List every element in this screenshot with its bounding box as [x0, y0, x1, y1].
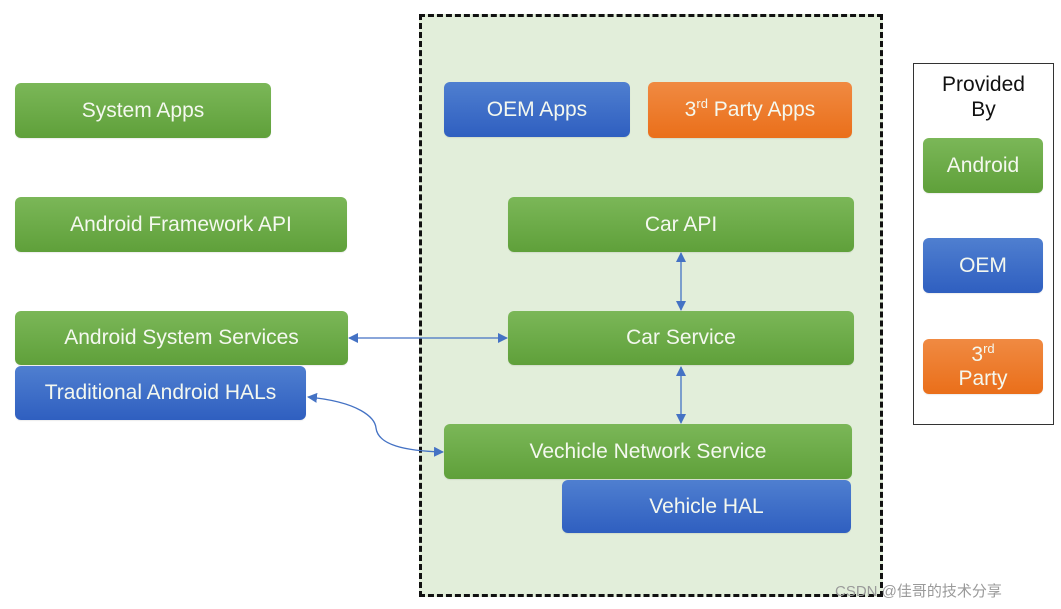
legend-title-line1: Provided [942, 73, 1025, 96]
third-party-apps-label: 3rd Party Apps [685, 97, 816, 122]
third-party-suffix: Party Apps [707, 98, 816, 122]
system-apps-box[interactable]: System Apps [15, 83, 271, 138]
car-service-label: Car Service [626, 326, 736, 350]
third-party-apps-box[interactable]: 3rd Party Apps [648, 82, 852, 138]
car-api-box[interactable]: Car API [508, 197, 854, 252]
third-party-ordinal: rd [696, 96, 708, 112]
car-service-box[interactable]: Car Service [508, 311, 854, 365]
oem-apps-label: OEM Apps [486, 97, 588, 121]
legend-third-party-line1: 3rd [971, 341, 995, 367]
legend-third-party-number: 3 [971, 343, 984, 367]
legend-third-party-ordinal: rd [983, 341, 995, 357]
vehicle-network-service-box[interactable]: Vechicle Network Service [444, 424, 852, 479]
framework-api-label: Android Framework API [70, 212, 292, 236]
legend-title: Provided By [914, 72, 1053, 122]
legend-third-party-line2: Party [958, 366, 1008, 390]
android-system-services-box[interactable]: Android System Services [15, 311, 348, 365]
legend-oem-label: OEM [959, 253, 1007, 277]
third-party-number: 3 [684, 98, 697, 122]
legend-title-line2: By [971, 98, 996, 122]
vns-label: Vechicle Network Service [529, 439, 767, 463]
vehicle-hal-box[interactable]: Vehicle HAL [562, 480, 851, 533]
legend-oem: OEM [923, 238, 1043, 293]
oem-apps-box[interactable]: OEM Apps [444, 82, 630, 137]
traditional-android-hals-box[interactable]: Traditional Android HALs [15, 366, 306, 420]
traditional-hals-label: Traditional Android HALs [44, 381, 277, 405]
watermark: CSDN @佳哥的技术分享 [835, 583, 1002, 600]
system-apps-label: System Apps [81, 98, 205, 122]
android-framework-api-box[interactable]: Android Framework API [15, 197, 347, 252]
legend-third-party: 3rd Party [923, 339, 1043, 394]
system-services-label: Android System Services [64, 326, 299, 350]
legend-android-label: Android [946, 153, 1020, 177]
legend-android: Android [923, 138, 1043, 193]
vehicle-hal-label: Vehicle HAL [649, 494, 764, 518]
car-api-label: Car API [644, 212, 718, 236]
